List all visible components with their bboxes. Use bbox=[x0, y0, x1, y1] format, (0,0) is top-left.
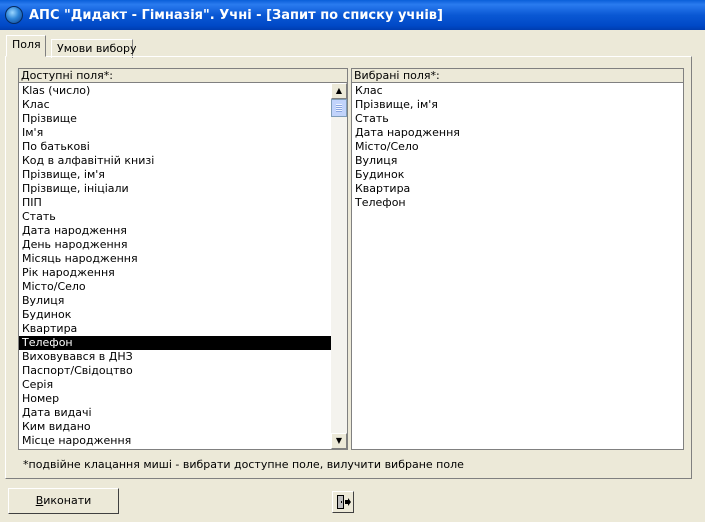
list-item[interactable]: Вулиця bbox=[352, 154, 683, 168]
list-item[interactable]: Дата народження bbox=[352, 126, 683, 140]
list-item[interactable]: По батькові bbox=[19, 140, 331, 154]
list-item[interactable]: Місто/Село bbox=[19, 280, 331, 294]
list-item[interactable]: Серія bbox=[19, 378, 331, 392]
list-item[interactable]: Місяць народження bbox=[19, 252, 331, 266]
list-item[interactable]: Стать bbox=[352, 112, 683, 126]
list-item[interactable]: Номер bbox=[19, 392, 331, 406]
window-title: АПС "Дидакт - Гімназія". Учні - [Запит п… bbox=[29, 7, 443, 23]
list-item[interactable]: ПІП bbox=[19, 196, 331, 210]
list-item[interactable]: Будинок bbox=[19, 308, 331, 322]
list-item[interactable]: Місце народження bbox=[19, 434, 331, 448]
available-fields-list[interactable]: Klas (число) Клас Прізвище Ім'я По батькові К… bbox=[18, 82, 348, 450]
list-item[interactable]: Квартира bbox=[19, 322, 331, 336]
list-item[interactable]: День народження bbox=[19, 238, 331, 252]
list-item[interactable]: Телефон bbox=[19, 336, 331, 350]
scroll-down-button[interactable]: ▼ bbox=[331, 433, 347, 449]
list-item[interactable]: Стать bbox=[19, 210, 331, 224]
exit-door-icon bbox=[337, 495, 351, 509]
tab-fields[interactable]: Поля bbox=[6, 35, 46, 57]
run-button-rest: иконати bbox=[43, 494, 92, 507]
run-button[interactable]: Виконати bbox=[8, 488, 119, 514]
available-fields-label: Доступні поля*: bbox=[18, 68, 348, 82]
hint-text: *подвійне клацання миші - вибрати доступ… bbox=[23, 458, 464, 471]
list-item[interactable]: Прізвище, ініціали bbox=[19, 182, 331, 196]
exit-button[interactable] bbox=[332, 491, 354, 513]
list-item[interactable]: Ім'я bbox=[19, 126, 331, 140]
list-item[interactable]: Прізвище bbox=[19, 112, 331, 126]
list-item[interactable]: Клас bbox=[19, 98, 331, 112]
list-item[interactable]: Телефон bbox=[352, 196, 683, 210]
globe-icon[interactable] bbox=[5, 6, 23, 24]
scroll-up-button[interactable]: ▲ bbox=[331, 83, 347, 99]
list-item[interactable]: Дата народження bbox=[19, 224, 331, 238]
title-bar[interactable]: АПС "Дидакт - Гімназія". Учні - [Запит п… bbox=[0, 0, 705, 30]
list-item[interactable]: Клас bbox=[352, 84, 683, 98]
list-item[interactable]: Місто/Село bbox=[352, 140, 683, 154]
list-item[interactable]: Будинок bbox=[352, 168, 683, 182]
list-item[interactable]: Ким видано bbox=[19, 420, 331, 434]
scroll-thumb[interactable] bbox=[331, 99, 347, 117]
list-item[interactable]: Код в алфавітній книзі bbox=[19, 154, 331, 168]
list-item[interactable]: Виховувався в ДНЗ bbox=[19, 350, 331, 364]
list-item[interactable]: Прізвище, ім'я bbox=[352, 98, 683, 112]
selected-fields-list[interactable]: Клас Прізвище, ім'я Стать Дата народження Мі… bbox=[351, 82, 684, 450]
list-item[interactable]: Квартира bbox=[352, 182, 683, 196]
available-fields-scrollbar[interactable]: ▲ ▼ bbox=[331, 83, 347, 449]
selected-fields-label: Вибрані поля*: bbox=[351, 68, 684, 82]
list-item[interactable]: Дата видачі bbox=[19, 406, 331, 420]
list-item[interactable]: Klas (число) bbox=[19, 84, 331, 98]
list-item[interactable]: Вулиця bbox=[19, 294, 331, 308]
list-item[interactable]: Рік народження bbox=[19, 266, 331, 280]
list-item[interactable]: Прізвище, ім'я bbox=[19, 168, 331, 182]
list-item[interactable]: Паспорт/Свідоцтво bbox=[19, 364, 331, 378]
